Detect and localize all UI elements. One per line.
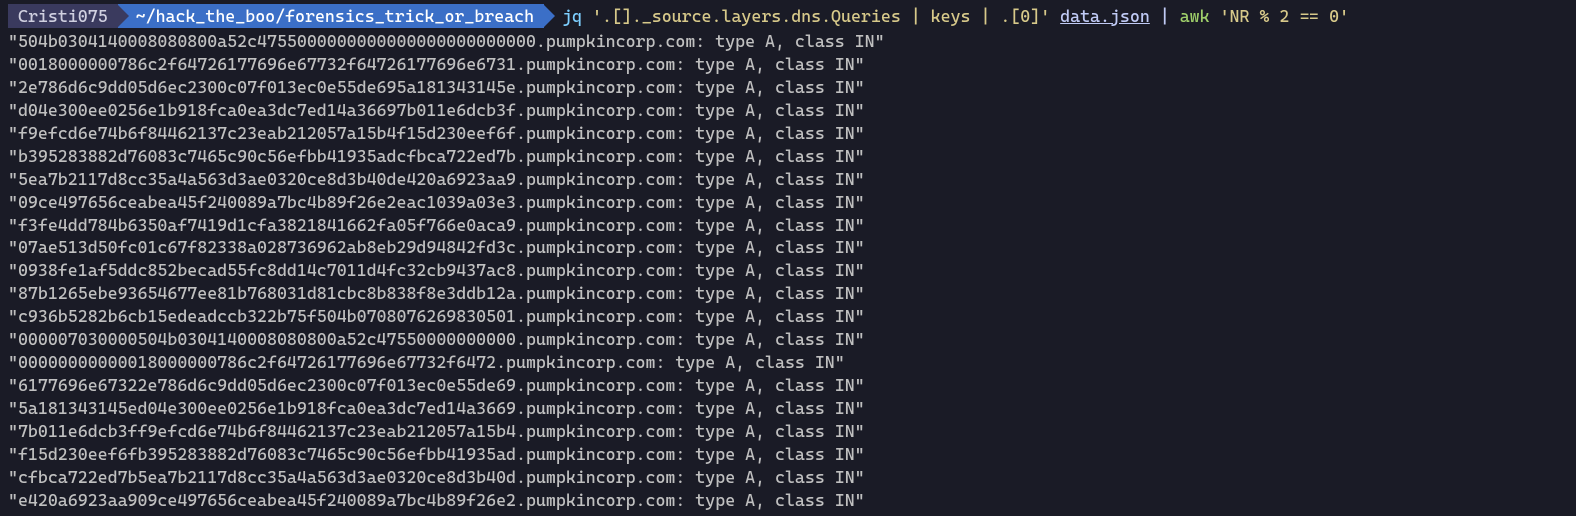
output-line: "6177696e67322e786d6c9dd05d6ec2300c07f01… [8,374,1568,397]
output-line: "f15d230eef6fb395283882d76083c7465c90c56… [8,443,1568,466]
output-line: "504b0304140008080800a52c475500000000000… [8,30,1568,53]
cmd-awk: awk [1180,6,1210,26]
output-line: "2e786d6c9dd05d6ec2300c07f013ec0e55de695… [8,76,1568,99]
output-line: "0018000000786c2f64726177696e67732f64726… [8,53,1568,76]
output-line: "000007030000504b0304140008080800a52c475… [8,328,1568,351]
prompt-user: Cristi075 [18,5,108,28]
output-line: "0938fe1af5ddc852becad55fc8dd14c7011d4fc… [8,259,1568,282]
output-line: "09ce497656ceabea45f240089a7bc4b89f26e2e… [8,191,1568,214]
cmd-file: data.json [1060,6,1150,26]
output-line: "5ea7b2117d8cc35a4a563d3ae0320ce8d3b40de… [8,168,1568,191]
output-line: "c936b5282b6cb15edeadccb322b75f504b07080… [8,305,1568,328]
output-line: "07ae513d50fc01c67f82338a028736962ab8eb2… [8,236,1568,259]
output-line: "7b011e6dcb3ff9efcd6e74b6f84462137c23eab… [8,420,1568,443]
cmd-awk-arg: 'NR % 2 == 0' [1220,6,1350,26]
output-line: "87b1265ebe93654677ee81b768031d81cbc8b83… [8,282,1568,305]
output-line: "cfbca722ed7b5ea7b2117d8cc35a4a563d3ae03… [8,466,1568,489]
output-line: "b395283882d76083c7465c90c56efbb41935adc… [8,145,1568,168]
output-line: "f3fe4dd784b6350af7419d1cfa3821841662fa0… [8,214,1568,237]
cmd-jq: jq [562,6,582,26]
prompt-path-segment: ~/hack_the_boo/forensics_trick_or_breach [118,4,544,28]
output-line: "5a181343145ed04e300ee0256e1b918fca0ea3d… [8,397,1568,420]
prompt-path: ~/hack_the_boo/forensics_trick_or_breach [136,5,534,28]
cmd-jq-arg: '.[]._source.layers.dns.Queries | keys |… [592,6,1050,26]
output-line: "d04e300ee0256e1b918fca0ea3dc7ed14a36697… [8,99,1568,122]
prompt-user-segment: Cristi075 [8,4,118,28]
terminal-output[interactable]: "504b0304140008080800a52c475500000000000… [8,30,1568,512]
cmd-pipe: | [1160,6,1170,26]
output-line: "00000000000018000000786c2f64726177696e6… [8,351,1568,374]
command: jq '.[]._source.layers.dns.Queries | key… [562,5,1349,28]
output-line: "f9efcd6e74b6f84462137c23eab212057a15b4f… [8,122,1568,145]
output-line: "e420a6923aa909ce497656ceabea45f240089a7… [8,489,1568,512]
prompt-line[interactable]: Cristi075 ~/hack_the_boo/forensics_trick… [8,4,1568,28]
